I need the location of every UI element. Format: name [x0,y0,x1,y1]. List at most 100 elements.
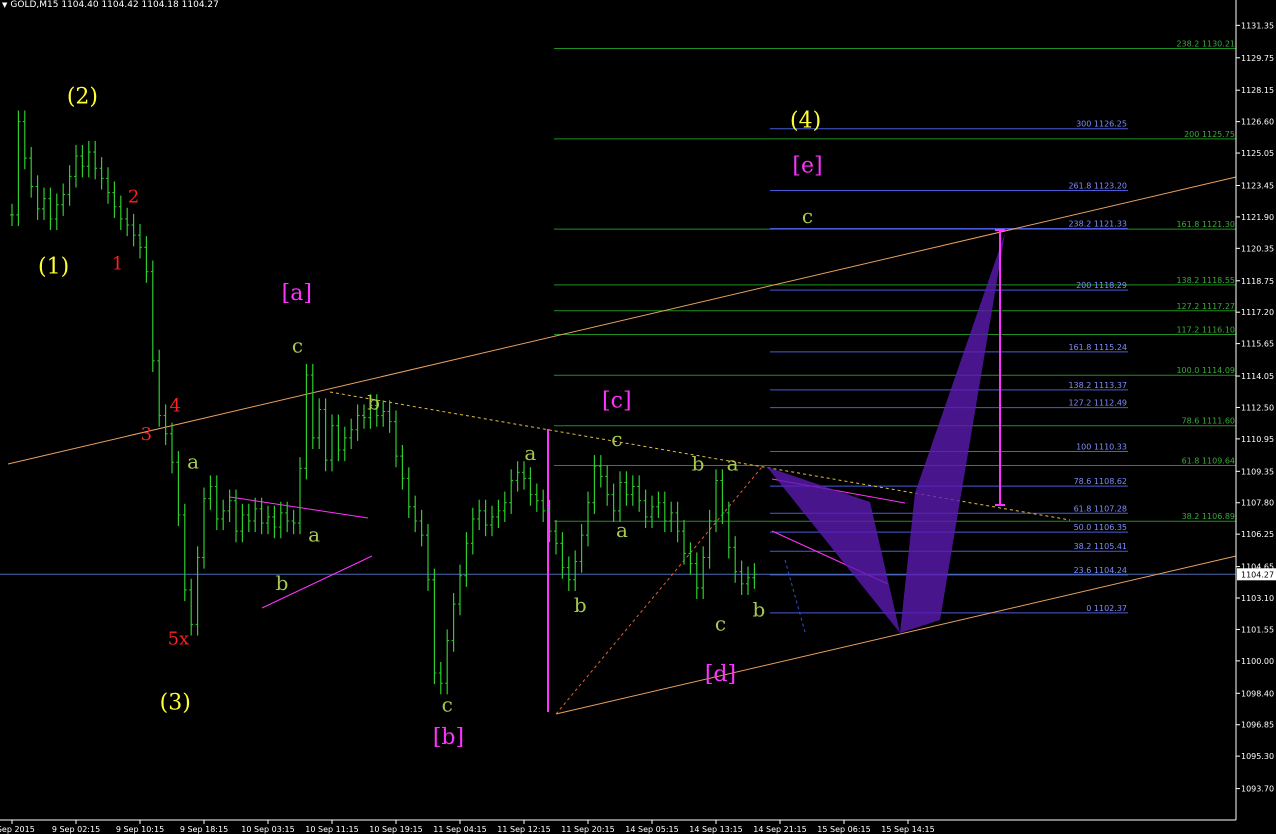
y-tick-label: 1112.50 [1241,403,1274,412]
wave-label: [e] [792,153,822,178]
wave-label: a [616,518,628,542]
x-tick-label: 11 Sep 04:15 [433,825,486,834]
blue-fib-label: 127.2 1112.49 [1068,399,1127,408]
wave-label: c [802,204,813,228]
blue-fib-label: 138.2 1113.37 [1068,381,1127,390]
wave-label: b [367,390,380,414]
y-tick-label: 1115.65 [1241,340,1274,349]
x-tick-label: 10 Sep 11:15 [305,825,358,834]
y-tick-label: 1109.35 [1241,467,1274,476]
y-tick-label: 1107.80 [1241,499,1274,508]
wave-label: c [715,611,726,635]
blue-fib-label: 50.0 1106.35 [1074,523,1127,532]
y-tick-label: 1120.35 [1241,244,1274,253]
wave-label: 2 [128,187,139,208]
blue-fib-label: 0 1102.37 [1086,604,1127,613]
wave-label: b [692,451,705,475]
y-tick-label: 1129.75 [1241,54,1274,63]
chart-header[interactable]: ▼ GOLD,M15 1104.40 1104.42 1104.18 1104.2… [2,0,219,10]
x-tick-label: 15 Sep 14:15 [881,825,934,834]
ohlc-high: 1104.42 [101,0,139,10]
y-tick-label: 1131.35 [1241,21,1274,30]
ohlc-close: 1104.27 [181,0,219,10]
wave-label: (2) [67,84,98,109]
y-tick-label: 1095.30 [1241,752,1274,761]
wave-label: a [727,451,739,475]
ohlc-low: 1104.18 [141,0,179,10]
x-tick-label: 11 Sep 12:15 [497,825,550,834]
blue-fib-label: 300 1126.25 [1076,120,1127,129]
wave-label: a [187,449,199,473]
wave-label: (4) [790,109,821,134]
blue-fib-label: 100 1110.33 [1076,442,1127,451]
price-chart[interactable]: 238.2 1130.21200 1125.75161.8 1121.30138… [0,0,1276,834]
green-fib-label: 200 1125.75 [1184,130,1235,139]
y-tick-label: 1110.95 [1241,435,1274,444]
wave-label: a [308,522,320,546]
y-tick-label: 1106.25 [1241,530,1274,539]
wave-label: (3) [160,691,191,716]
collapse-triangle-icon[interactable]: ▼ [2,1,7,9]
blue-fib-label: 200 1118.29 [1076,281,1127,290]
wave-label: 1 [112,254,123,275]
y-tick-label: 1126.60 [1241,118,1274,127]
blue-fib-label: 261.8 1123.20 [1068,182,1127,191]
x-tick-label: 8 Sep 2015 [0,825,35,834]
blue-fib-label: 161.8 1115.24 [1068,343,1127,352]
x-tick-label: 14 Sep 21:15 [753,825,806,834]
symbol-label: GOLD,M15 [10,0,59,10]
wave-label: [d] [705,662,736,687]
ohlc-open: 1104.40 [61,0,99,10]
wave-label: 5x [168,629,190,650]
green-fib-label: 117.2 1116.10 [1176,325,1235,334]
blue-fib-label: 78.6 1108.62 [1074,477,1127,486]
y-tick-label: 1100.00 [1241,657,1274,666]
y-tick-label: 1123.45 [1241,181,1274,190]
x-tick-label: 15 Sep 06:15 [817,825,870,834]
x-tick-label: 14 Sep 13:15 [689,825,742,834]
y-tick-label: 1117.20 [1241,308,1274,317]
x-tick-label: 10 Sep 03:15 [241,825,294,834]
wave-label: [b] [433,725,464,750]
y-tick-label: 1128.15 [1241,86,1274,95]
y-tick-label: 1098.40 [1241,689,1274,698]
wave-label: (1) [38,255,69,280]
y-tick-label: 1114.05 [1241,372,1274,381]
wave-label: [c] [602,388,632,413]
wave-label: b [752,597,765,621]
x-tick-label: 9 Sep 10:15 [116,825,164,834]
y-tick-label: 1121.90 [1241,213,1274,222]
green-fib-label: 127.2 1117.27 [1176,302,1235,311]
y-tick-label: 1093.70 [1241,785,1274,794]
x-tick-label: 9 Sep 02:15 [52,825,100,834]
blue-fib-label: 61.8 1107.28 [1074,504,1127,513]
x-tick-label: 11 Sep 20:15 [561,825,614,834]
y-tick-label: 1118.75 [1241,277,1274,286]
wave-label: c [442,693,453,717]
green-fib-label: 38.2 1106.89 [1182,512,1235,521]
blue-fib-label: 238.2 1121.33 [1068,219,1127,228]
blue-fib-label: 23.6 1104.24 [1074,566,1127,575]
green-fib-label: 100.0 1114.09 [1176,366,1235,375]
x-tick-label: 9 Sep 18:15 [180,825,228,834]
y-tick-label: 1101.55 [1241,625,1274,634]
green-fib-label: 161.8 1121.30 [1176,220,1235,229]
wave-label: a [524,441,536,465]
wave-label: c [611,427,622,451]
green-fib-label: 78.6 1111.60 [1182,417,1235,426]
green-fib-label: 238.2 1130.21 [1176,39,1235,48]
wave-label: b [276,571,289,595]
wave-label: [a] [282,281,312,306]
blue-fib-label: 38.2 1105.41 [1074,542,1127,551]
wave-label: 4 [169,396,180,417]
current-price-label: 1104.27 [1241,570,1274,579]
y-tick-label: 1125.05 [1241,149,1274,158]
wave-label: 3 [141,424,152,445]
wave-label: b [574,593,587,617]
y-tick-label: 1103.10 [1241,594,1274,603]
x-tick-label: 10 Sep 19:15 [369,825,422,834]
green-fib-label: 138.2 1118.55 [1176,276,1235,285]
wave-label: c [292,334,303,358]
y-tick-label: 1096.85 [1241,721,1274,730]
x-tick-label: 14 Sep 05:15 [625,825,678,834]
